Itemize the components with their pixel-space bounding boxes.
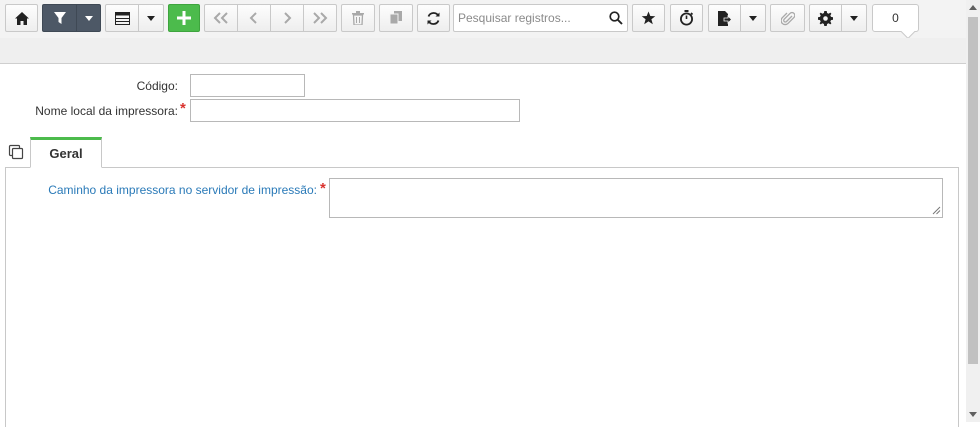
settings-button[interactable] xyxy=(809,4,842,32)
star-icon xyxy=(641,11,656,25)
duplicate-icon xyxy=(8,144,24,160)
filter-icon xyxy=(53,12,66,24)
double-chevron-left-icon xyxy=(213,12,228,24)
attach-button[interactable] xyxy=(770,4,805,32)
caret-down-icon xyxy=(749,15,757,21)
nome-local-field[interactable] xyxy=(190,99,520,122)
record-counter: 0 xyxy=(872,4,919,32)
copy-button[interactable] xyxy=(379,4,413,32)
chevron-left-icon xyxy=(249,12,257,24)
trash-icon xyxy=(352,11,364,25)
toolbar: 0 xyxy=(0,0,966,38)
export-document-icon xyxy=(718,10,732,26)
add-button[interactable] xyxy=(168,4,200,32)
next-record-button[interactable] xyxy=(270,4,304,32)
list-view-icon xyxy=(114,11,130,25)
plus-icon xyxy=(177,11,191,25)
settings-dropdown-button[interactable] xyxy=(841,4,867,32)
delete-button[interactable] xyxy=(341,4,375,32)
refresh-button[interactable] xyxy=(417,4,450,32)
scroll-up-icon[interactable] xyxy=(969,5,977,10)
sub-toolbar xyxy=(0,38,966,64)
required-marker: * xyxy=(180,100,186,117)
tab-geral[interactable]: Geral xyxy=(30,137,102,168)
copy-icon xyxy=(389,11,402,25)
clone-tab-button[interactable] xyxy=(8,144,26,162)
previous-record-button[interactable] xyxy=(237,4,271,32)
scroll-down-icon[interactable] xyxy=(969,412,977,417)
caret-down-icon xyxy=(147,15,155,21)
chevron-right-icon xyxy=(284,12,292,24)
export-button[interactable] xyxy=(708,4,741,32)
view-button[interactable] xyxy=(105,4,139,32)
scrollbar-thumb[interactable] xyxy=(968,17,978,364)
stopwatch-icon xyxy=(680,10,694,26)
home-icon xyxy=(14,11,29,25)
caminho-label: Caminho da impressora no servidor de imp… xyxy=(48,183,317,197)
resize-grip-icon[interactable] xyxy=(932,206,941,215)
gear-icon xyxy=(818,10,833,26)
caminho-field[interactable] xyxy=(329,178,943,218)
double-chevron-right-icon xyxy=(313,12,328,24)
filter-button[interactable] xyxy=(42,4,76,32)
favorite-button[interactable] xyxy=(632,4,665,32)
refresh-icon xyxy=(427,11,440,25)
caret-down-icon xyxy=(850,15,858,21)
codigo-label: Código: xyxy=(136,79,178,93)
home-button[interactable] xyxy=(5,4,38,32)
search-box xyxy=(453,4,628,32)
timer-button[interactable] xyxy=(670,4,703,32)
nome-local-label: Nome local da impressora: xyxy=(35,104,178,118)
first-record-button[interactable] xyxy=(204,4,238,32)
required-marker: * xyxy=(320,180,326,197)
tab-divider xyxy=(5,167,959,168)
search-input[interactable] xyxy=(454,5,604,31)
last-record-button[interactable] xyxy=(303,4,337,32)
vertical-scrollbar[interactable] xyxy=(966,0,980,422)
codigo-field[interactable] xyxy=(190,74,305,97)
filter-dropdown-button[interactable] xyxy=(76,4,101,32)
paperclip-icon xyxy=(780,11,795,25)
search-icon[interactable] xyxy=(609,11,623,25)
export-dropdown-button[interactable] xyxy=(740,4,766,32)
caret-down-icon xyxy=(84,15,93,21)
view-dropdown-button[interactable] xyxy=(138,4,164,32)
